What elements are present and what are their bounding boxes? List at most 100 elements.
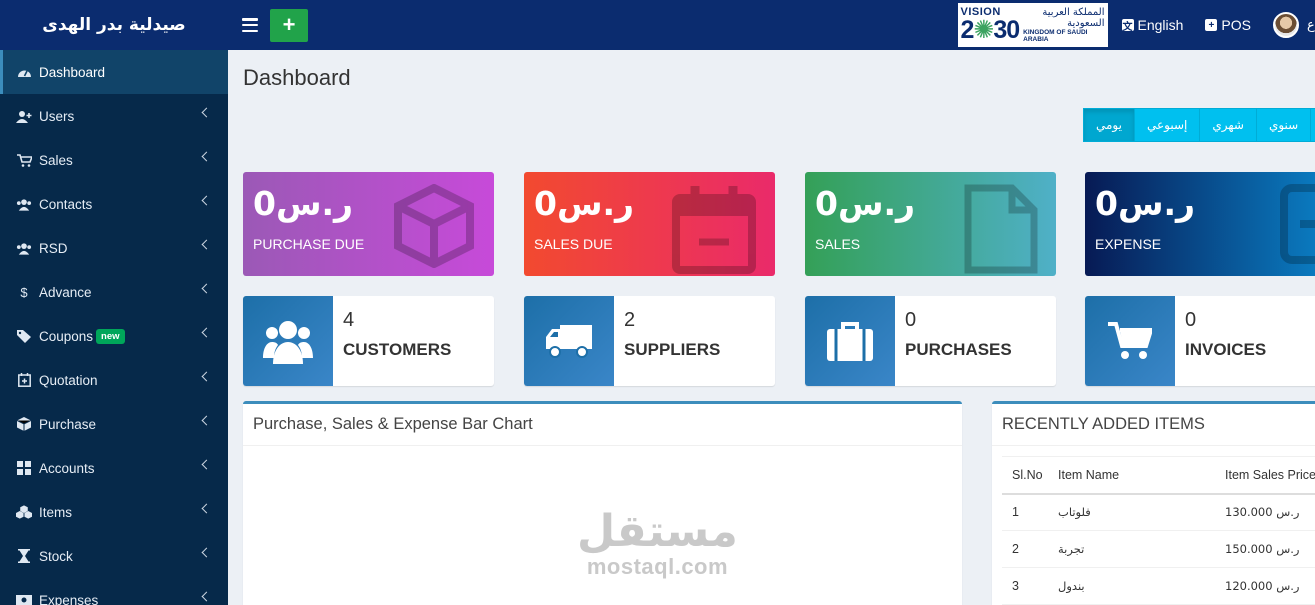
item-price: ر.س 130.000 <box>1215 493 1315 531</box>
range-daily-button[interactable]: يومي <box>1084 109 1135 141</box>
users-icon <box>243 296 333 386</box>
new-badge: new <box>96 328 125 344</box>
stat-label: SALES DUE <box>534 236 613 252</box>
item-price: ر.س 120.000 <box>1215 567 1315 605</box>
language-icon: 文 <box>1121 19 1134 33</box>
range-weekly-button[interactable]: إسبوعي <box>1135 109 1201 141</box>
calendar-plus-icon <box>16 373 32 387</box>
stat-amount: 0ر.س <box>1095 184 1196 223</box>
sidebar: Dashboard Users Sales Contacts RSD $ Adv… <box>0 50 228 605</box>
info-purchases[interactable]: 0 PURCHASES <box>805 296 1056 386</box>
quick-add-button[interactable]: + <box>270 8 308 42</box>
sidebar-item-contacts[interactable]: Contacts <box>0 182 228 226</box>
vision-2030-logo: VISION 2✺30 المملكة العربية السعودية KIN… <box>957 3 1108 47</box>
item-name: بندول <box>1048 567 1215 605</box>
bar-chart-panel: Purchase, Sales & Expense Bar Chart مستق… <box>243 401 962 605</box>
recent-items-panel: RECENTLY ADDED ITEMS Sl.No Item Name Ite… <box>992 401 1315 605</box>
sidebar-item-coupons[interactable]: Coupons new <box>0 314 228 358</box>
users-icon <box>16 241 32 255</box>
range-all-button[interactable]: ك <box>1311 109 1315 141</box>
info-suppliers[interactable]: 2 SUPPLIERS <box>524 296 775 386</box>
minus-square-icon <box>1280 184 1315 269</box>
item-name: فلوتاب <box>1048 493 1215 531</box>
sidebar-item-purchase[interactable]: Purchase <box>0 402 228 446</box>
stat-amount: 0ر.س <box>815 184 916 223</box>
main-content: Dashboard يومي إسبوعي شهري سنوي ك 0ر.س P… <box>228 50 1315 605</box>
pos-button[interactable]: + POS <box>1205 17 1251 33</box>
table-row[interactable]: 1 فلوتاب ر.س 130.000 <box>1002 493 1315 531</box>
stat-purchase-due[interactable]: 0ر.س PURCHASE DUE <box>243 172 494 276</box>
sidebar-item-accounts[interactable]: Accounts <box>0 446 228 490</box>
money-icon <box>16 593 32 605</box>
file-icon <box>964 184 1038 276</box>
truck-icon <box>524 296 614 386</box>
sidebar-item-quotation[interactable]: Quotation <box>0 358 228 402</box>
stat-expense[interactable]: 0ر.س EXPENSE <box>1085 172 1315 276</box>
user-plus-icon <box>16 109 32 123</box>
stat-label: SALES <box>815 236 861 252</box>
table-header-row: Sl.No Item Name Item Sales Price <box>1002 456 1315 495</box>
stat-sales[interactable]: 0ر.س SALES <box>805 172 1056 276</box>
item-price: ر.س 150.000 <box>1215 530 1315 568</box>
count-value: 4 <box>343 309 355 331</box>
mostaql-watermark: مستقل mostaql.com <box>577 506 738 580</box>
stat-label: PURCHASE DUE <box>253 236 365 252</box>
sidebar-item-advance[interactable]: $ Advance <box>0 270 228 314</box>
count-label: SUPPLIERS <box>624 340 721 359</box>
user-name[interactable]: ع <box>1307 17 1315 33</box>
item-name: تجربة <box>1048 530 1215 568</box>
stat-amount: 0ر.س <box>534 184 635 223</box>
date-range-button-group: يومي إسبوعي شهري سنوي ك <box>1083 108 1315 142</box>
sidebar-item-dashboard[interactable]: Dashboard <box>0 50 228 94</box>
panel-title: Purchase, Sales & Expense Bar Chart <box>243 404 962 446</box>
sidebar-item-rsd[interactable]: RSD <box>0 226 228 270</box>
column-header: Item Name <box>1048 456 1215 495</box>
row-number: 1 <box>1002 493 1048 531</box>
row-number: 3 <box>1002 567 1048 605</box>
count-label: INVOICES <box>1185 340 1267 359</box>
cubes-icon <box>16 505 32 519</box>
grid-icon <box>16 461 32 475</box>
sidebar-item-stock[interactable]: Stock <box>0 534 228 578</box>
range-yearly-button[interactable]: سنوي <box>1257 109 1312 141</box>
sidebar-item-expenses[interactable]: Expenses <box>0 578 228 605</box>
count-value: 0 <box>905 309 917 331</box>
count-value: 2 <box>624 309 636 331</box>
sidebar-toggle-icon[interactable] <box>242 18 258 32</box>
top-navbar: صيدلية بدر الهدى + VISION 2✺30 المملكة ا… <box>0 0 1315 50</box>
plus-square-icon: + <box>1205 19 1218 31</box>
column-header: Item Sales Price <box>1215 456 1315 495</box>
sidebar-item-items[interactable]: Items <box>0 490 228 534</box>
count-value: 0 <box>1185 309 1197 331</box>
brand-title[interactable]: صيدلية بدر الهدى <box>0 0 228 50</box>
cube-icon <box>392 183 476 273</box>
user-avatar[interactable] <box>1273 12 1299 38</box>
info-customers[interactable]: 4 CUSTOMERS <box>243 296 494 386</box>
stat-sales-due[interactable]: 0ر.س SALES DUE <box>524 172 775 276</box>
panel-title: RECENTLY ADDED ITEMS <box>992 404 1315 446</box>
sidebar-item-sales[interactable]: Sales <box>0 138 228 182</box>
recent-items-table: Sl.No Item Name Item Sales Price 1 فلوتا… <box>1002 456 1315 605</box>
chevron-left-icon <box>201 327 212 338</box>
calendar-minus-icon <box>671 184 757 276</box>
count-label: CUSTOMERS <box>343 340 452 359</box>
column-header: Sl.No <box>1002 456 1048 495</box>
users-icon <box>16 197 32 211</box>
count-label: PURCHASES <box>905 340 1012 359</box>
briefcase-icon <box>805 296 895 386</box>
row-number: 2 <box>1002 530 1048 568</box>
tags-icon <box>16 329 32 343</box>
cart-icon <box>16 153 32 167</box>
info-invoices[interactable]: 0 INVOICES <box>1085 296 1315 386</box>
cube-icon <box>16 417 32 431</box>
dashboard-icon <box>16 65 32 79</box>
cart-icon <box>1085 296 1175 386</box>
stat-amount: 0ر.س <box>253 184 354 223</box>
language-switch-button[interactable]: 文 English <box>1121 17 1183 33</box>
range-monthly-button[interactable]: شهري <box>1200 109 1257 141</box>
table-row[interactable]: 2 تجربة ر.س 150.000 <box>1002 530 1315 568</box>
table-row[interactable]: 3 بندول ر.س 120.000 <box>1002 567 1315 605</box>
hourglass-icon <box>16 549 32 563</box>
sidebar-item-users[interactable]: Users <box>0 94 228 138</box>
stat-label: EXPENSE <box>1095 236 1162 252</box>
